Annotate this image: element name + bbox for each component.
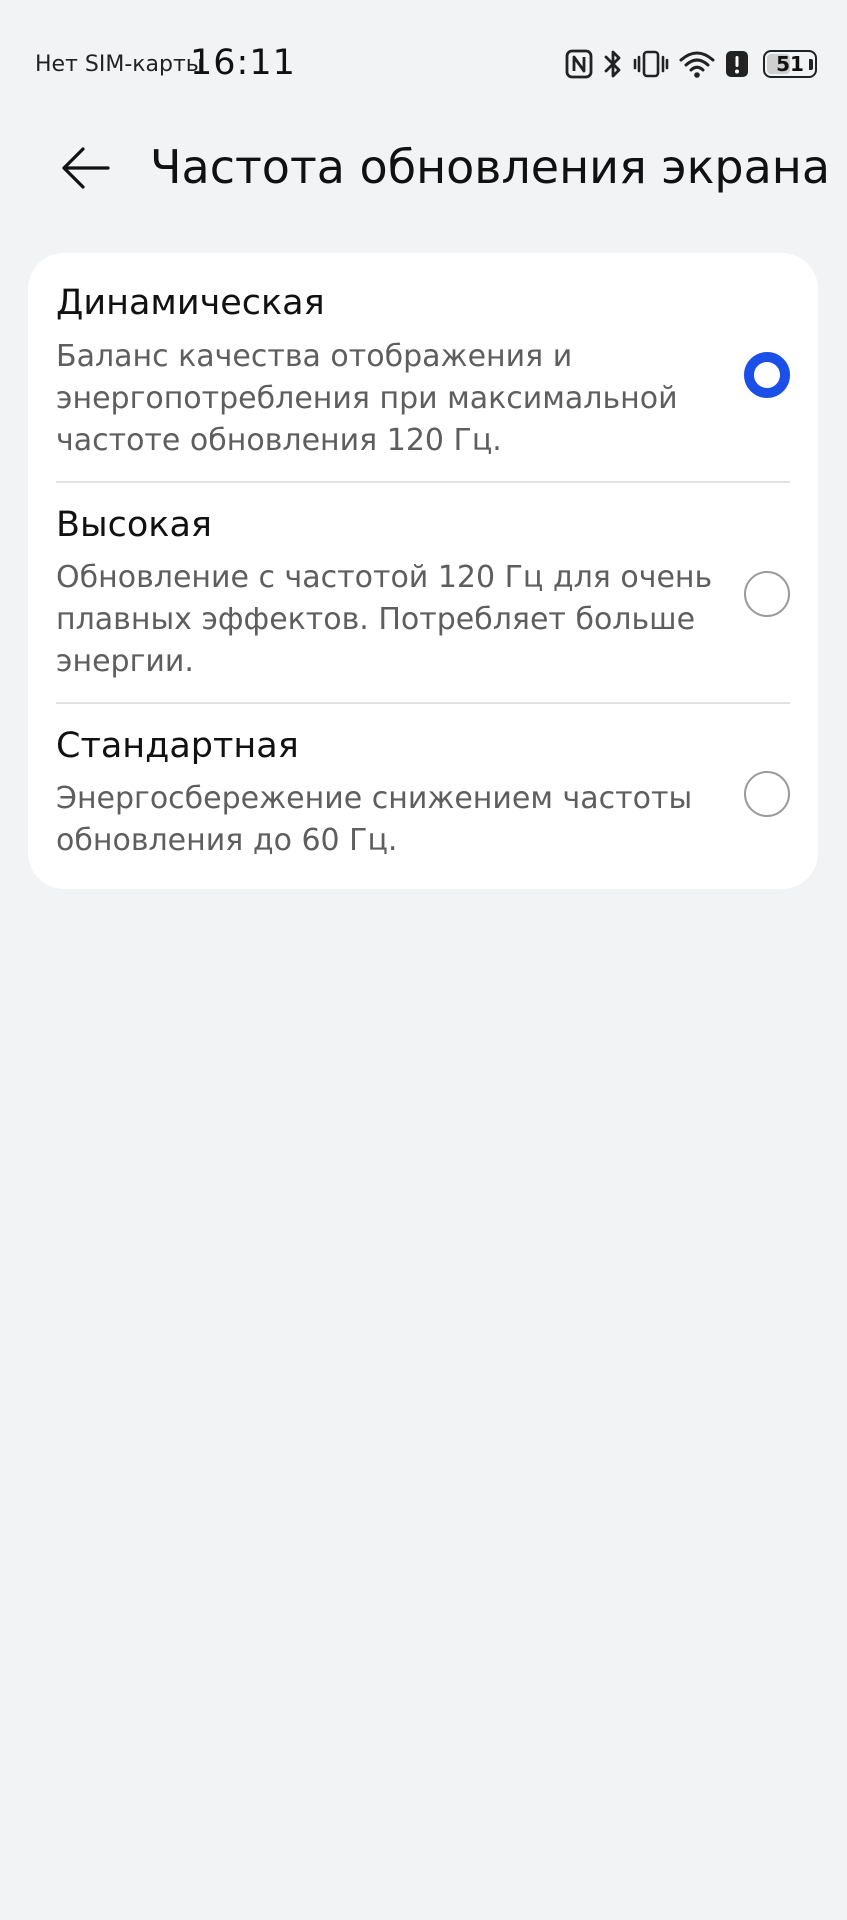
alert-icon	[725, 49, 749, 79]
option-description: Энергосбережение снижением частоты обнов…	[56, 781, 693, 858]
back-button[interactable]	[54, 138, 118, 202]
option-title: Стандартная	[56, 726, 299, 766]
sim-status-text: Нет SIM-карты	[35, 52, 204, 77]
status-bar: Нет SIM-карты 16:11 51	[0, 0, 847, 130]
nfc-icon	[565, 49, 593, 79]
option-dynamic[interactable]: Динамическая Баланс качества отображения…	[28, 253, 818, 481]
radio-button-high[interactable]	[744, 571, 790, 617]
status-icons: 51	[565, 44, 817, 84]
status-clock: 16:11	[190, 43, 296, 83]
option-title: Динамическая	[56, 283, 325, 323]
option-title: Высокая	[56, 505, 212, 545]
arrow-left-icon	[61, 146, 111, 194]
option-description: Баланс качества отображения и энергопотр…	[56, 339, 678, 458]
option-standard[interactable]: Стандартная Энергосбережение снижением ч…	[28, 703, 818, 889]
refresh-rate-options-card: Динамическая Баланс качества отображения…	[28, 253, 818, 889]
header: Частота обновления экрана	[0, 130, 847, 240]
radio-button-standard[interactable]	[744, 771, 790, 817]
option-high[interactable]: Высокая Обновление с частотой 120 Гц для…	[28, 482, 818, 702]
bluetooth-icon	[603, 48, 623, 80]
vibrate-icon	[633, 49, 669, 79]
wifi-icon	[679, 49, 715, 79]
battery-level: 51	[776, 52, 804, 76]
page-title: Частота обновления экрана	[150, 140, 831, 194]
battery-icon: 51	[759, 50, 817, 78]
option-description: Обновление с частотой 120 Гц для очень п…	[56, 560, 713, 679]
radio-button-dynamic[interactable]	[744, 352, 790, 398]
